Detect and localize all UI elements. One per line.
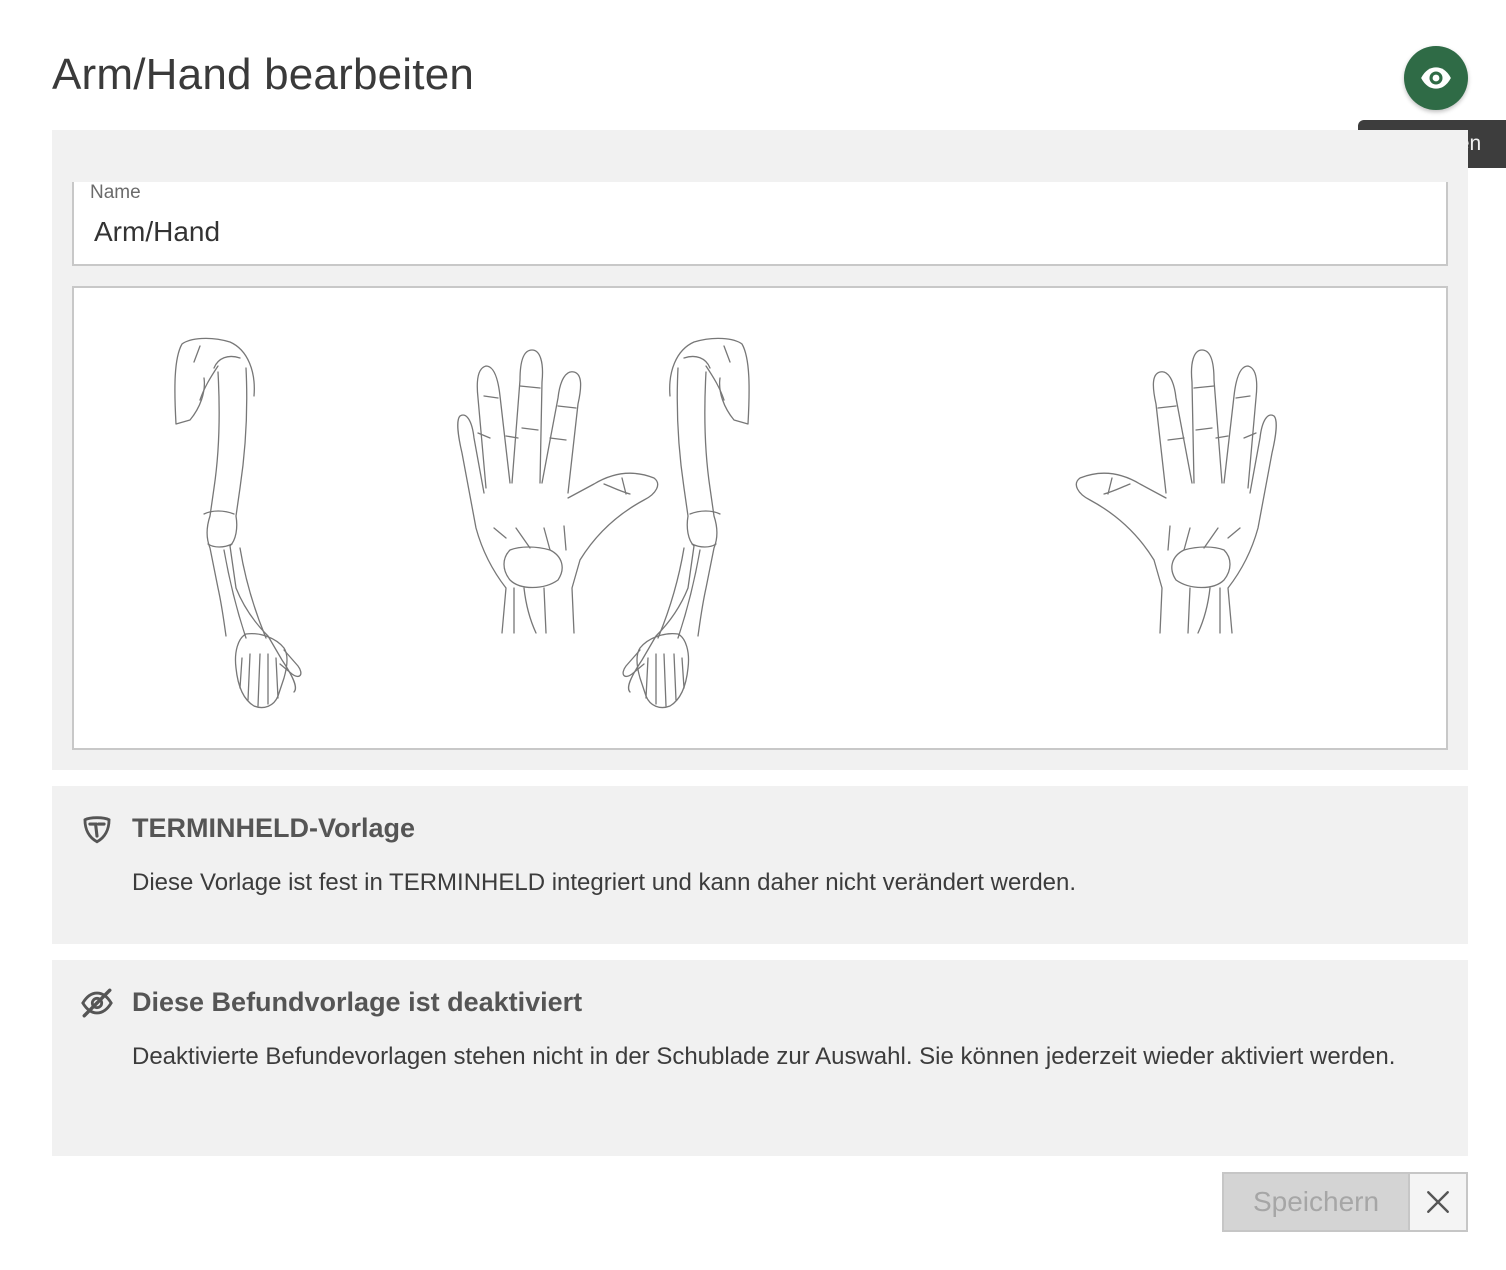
name-field[interactable]: Name [72, 182, 1448, 266]
right-hand-drawing [1075, 349, 1277, 634]
left-hand-drawing [457, 349, 659, 634]
name-input[interactable] [94, 216, 1394, 248]
eye-off-icon [81, 988, 113, 1018]
save-button[interactable]: Speichern [1222, 1172, 1410, 1232]
right-arm-drawing [174, 337, 302, 709]
shield-icon [83, 816, 111, 844]
deactivated-notice-title: Diese Befundvorlage ist deaktiviert [132, 987, 583, 1017]
template-notice-text: Diese Vorlage ist fest in TERMINHELD int… [132, 869, 1077, 896]
close-icon [1427, 1191, 1449, 1213]
close-button[interactable] [1408, 1172, 1468, 1232]
eye-icon [1421, 67, 1451, 89]
arm-hand-skeleton-illustration [174, 337, 1277, 709]
page-title: Arm/Hand bearbeiten [52, 50, 475, 99]
activate-button[interactable] [1404, 46, 1468, 110]
deactivated-notice-text: Deaktivierte Befundevorlagen stehen nich… [132, 1043, 1396, 1070]
template-image [72, 286, 1448, 750]
deactivated-notice: Diese Befundvorlage ist deaktiviert Deak… [52, 960, 1468, 1156]
left-arm-drawing [622, 337, 750, 709]
name-label: Name [90, 182, 141, 203]
template-notice: TERMINHELD-Vorlage Diese Vorlage ist fes… [52, 786, 1468, 944]
template-notice-title: TERMINHELD-Vorlage [132, 813, 416, 843]
edit-panel: Name [52, 130, 1468, 770]
